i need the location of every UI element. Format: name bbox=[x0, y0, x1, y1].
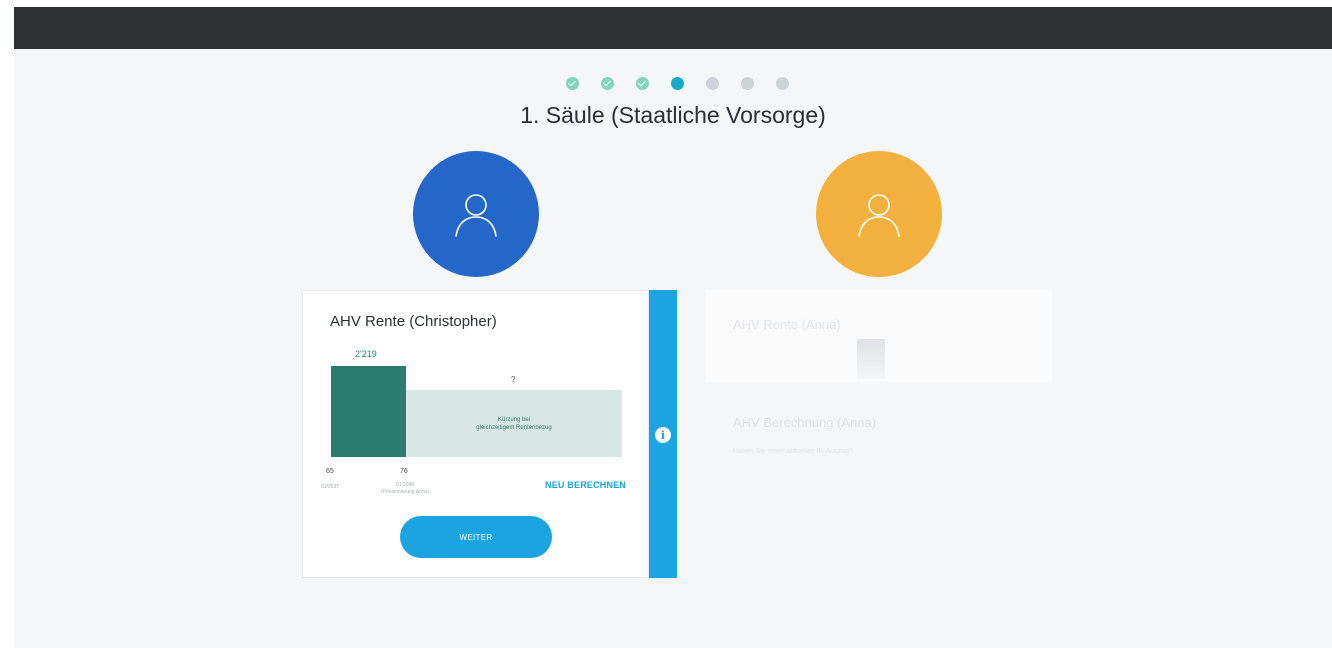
step-3-done bbox=[636, 77, 649, 90]
reduction-note-line-2: gleichzeitigem Rentenbezug bbox=[476, 424, 552, 431]
user-icon bbox=[455, 194, 497, 237]
step-4-active bbox=[671, 77, 684, 90]
reduced-pension-bar: Kürzung bei gleichzeitigem Rentenbezug bbox=[406, 390, 622, 457]
avatar-christopher[interactable] bbox=[413, 151, 539, 277]
tick-note-76: (Pensionierung Anna) bbox=[380, 489, 430, 495]
calc-section-subtitle: Haben Sie einen aktuellen IK-Auszug? bbox=[733, 448, 853, 455]
placeholder-bar bbox=[857, 339, 885, 379]
pension-bar bbox=[331, 366, 406, 457]
card-title: AHV Rente (Christopher) bbox=[330, 313, 497, 330]
bar-value-label: 2'219 bbox=[355, 349, 377, 359]
app-frame: 1. Säule (Staatliche Vorsorge) AHV Rente… bbox=[14, 7, 1332, 648]
top-bar bbox=[14, 7, 1332, 49]
step-6 bbox=[741, 77, 754, 90]
reduced-value-label: ? bbox=[511, 375, 516, 384]
progress-stepper bbox=[566, 77, 789, 91]
avatar-anna[interactable] bbox=[816, 151, 942, 277]
step-2-done bbox=[601, 77, 614, 90]
tick-date-76-value: 01/2048 bbox=[395, 482, 415, 488]
step-7 bbox=[776, 77, 789, 90]
tick-age-76: 76 bbox=[400, 468, 408, 475]
tick-date-76: 01/2048 (Pensionierung Anna) bbox=[367, 482, 443, 496]
user-icon bbox=[858, 194, 900, 237]
ahv-rente-card-anna: AHV Rente (Anna) bbox=[706, 290, 1052, 382]
page-title: 1. Säule (Staatliche Vorsorge) bbox=[520, 102, 826, 128]
tick-date-65: 01/2037 bbox=[320, 484, 340, 490]
recalculate-link[interactable]: NEU BERECHNEN bbox=[545, 480, 626, 490]
ahv-rente-card-christopher: AHV Rente (Christopher) 2'219 ? Kürzung … bbox=[302, 290, 649, 578]
card-title-anna: AHV Rente (Anna) bbox=[733, 317, 841, 332]
reduction-note-line-1: Kürzung bei bbox=[497, 416, 531, 423]
calc-section-title: AHV Berechnung (Anna) bbox=[733, 415, 877, 430]
info-icon[interactable]: i bbox=[655, 427, 671, 443]
step-1-done bbox=[566, 77, 579, 90]
next-button[interactable]: WEITER bbox=[400, 516, 552, 558]
step-5 bbox=[706, 77, 719, 90]
tick-age-65: 65 bbox=[326, 468, 334, 475]
